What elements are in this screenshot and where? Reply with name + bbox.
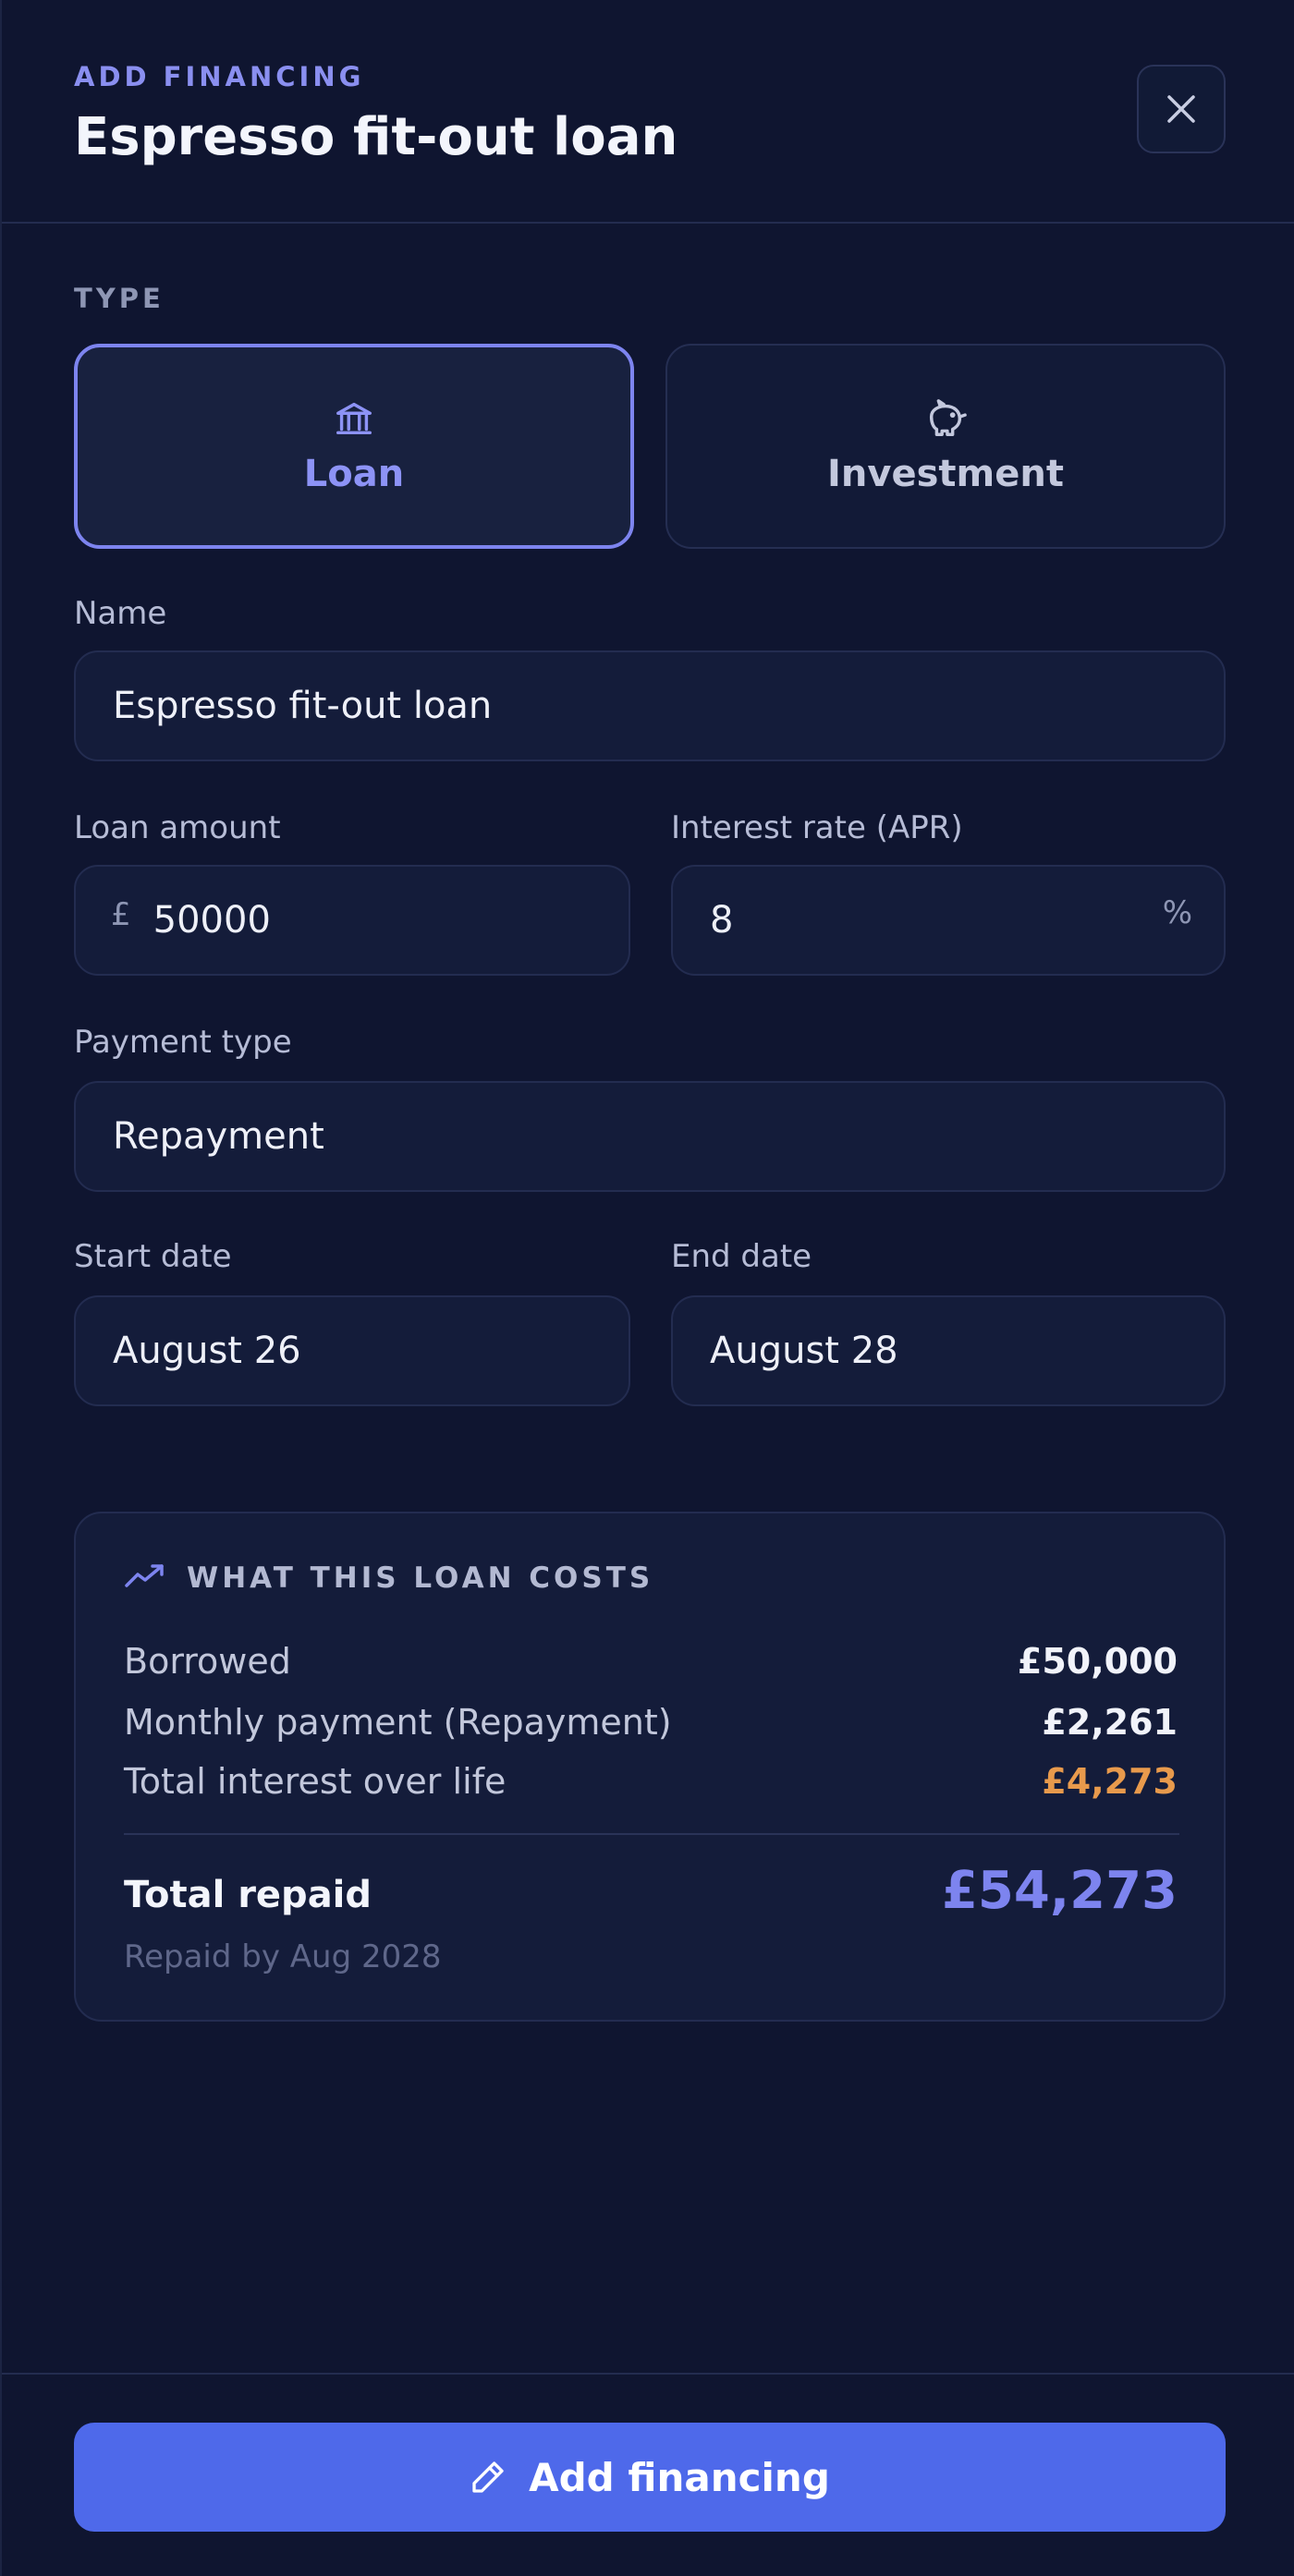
page-title: Espresso fit-out loan (74, 107, 678, 167)
monthly-payment-value: £2,261 (1042, 1702, 1178, 1743)
loan-cost-summary: WHAT THIS LOAN COSTS Borrowed £50,000 Mo… (74, 1512, 1226, 2022)
add-financing-panel: ADD FINANCING Espresso fit-out loan TYPE… (0, 0, 1294, 2576)
name-field[interactable]: Espresso fit-out loan (74, 650, 1226, 761)
start-date-field[interactable]: August 26 (74, 1295, 630, 1406)
loan-amount-label: Loan amount (74, 809, 281, 846)
type-option-investment[interactable]: Investment (665, 344, 1226, 549)
total-interest-label: Total interest over life (124, 1761, 507, 1802)
total-interest-value: £4,273 (1042, 1761, 1178, 1802)
type-option-label: Investment (827, 453, 1064, 495)
start-date-value: August 26 (113, 1330, 301, 1372)
monthly-payment-label: Monthly payment (Repayment) (124, 1702, 672, 1743)
add-financing-button[interactable]: Add financing (74, 2423, 1226, 2532)
start-date-label: Start date (74, 1238, 232, 1275)
name-value: Espresso fit-out loan (113, 685, 493, 727)
borrowed-label: Borrowed (124, 1641, 291, 1682)
interest-rate-field[interactable]: 8 % (671, 865, 1226, 976)
loan-amount-field[interactable]: £ 50000 (74, 865, 630, 976)
add-financing-label: Add financing (529, 2454, 830, 2500)
payment-type-select[interactable]: Repayment (74, 1081, 1226, 1192)
panel-eyebrow: ADD FINANCING (74, 61, 365, 92)
type-option-label: Loan (303, 453, 405, 495)
repaid-by-note: Repaid by Aug 2028 (124, 1938, 442, 1975)
end-date-label: End date (671, 1238, 812, 1275)
loan-amount-value: 50000 (153, 899, 271, 942)
payment-type-value: Repayment (113, 1115, 324, 1158)
cost-summary-heading: WHAT THIS LOAN COSTS (187, 1561, 654, 1595)
borrowed-value: £50,000 (1017, 1641, 1178, 1682)
bank-icon (336, 402, 372, 435)
type-option-loan[interactable]: Loan (74, 344, 634, 549)
close-button[interactable] (1137, 65, 1226, 153)
pencil-icon (472, 2461, 504, 2493)
end-date-value: August 28 (710, 1330, 898, 1372)
interest-rate-value: 8 (710, 899, 734, 942)
interest-rate-label: Interest rate (APR) (671, 809, 963, 846)
type-section-label: TYPE (74, 283, 165, 314)
close-icon (1167, 95, 1195, 123)
cost-divider (124, 1833, 1179, 1835)
total-repaid-label: Total repaid (124, 1874, 372, 1916)
currency-prefix: £ (111, 896, 131, 933)
end-date-field[interactable]: August 28 (671, 1295, 1226, 1406)
name-label: Name (74, 595, 167, 632)
piggy-bank-icon (929, 399, 967, 436)
payment-type-label: Payment type (74, 1024, 292, 1061)
trending-up-icon (125, 1564, 164, 1587)
panel-header: ADD FINANCING Espresso fit-out loan (2, 0, 1294, 224)
panel-footer: Add financing (2, 2373, 1294, 2576)
percent-suffix: % (1162, 894, 1192, 931)
total-repaid-value: £54,273 (941, 1861, 1178, 1921)
